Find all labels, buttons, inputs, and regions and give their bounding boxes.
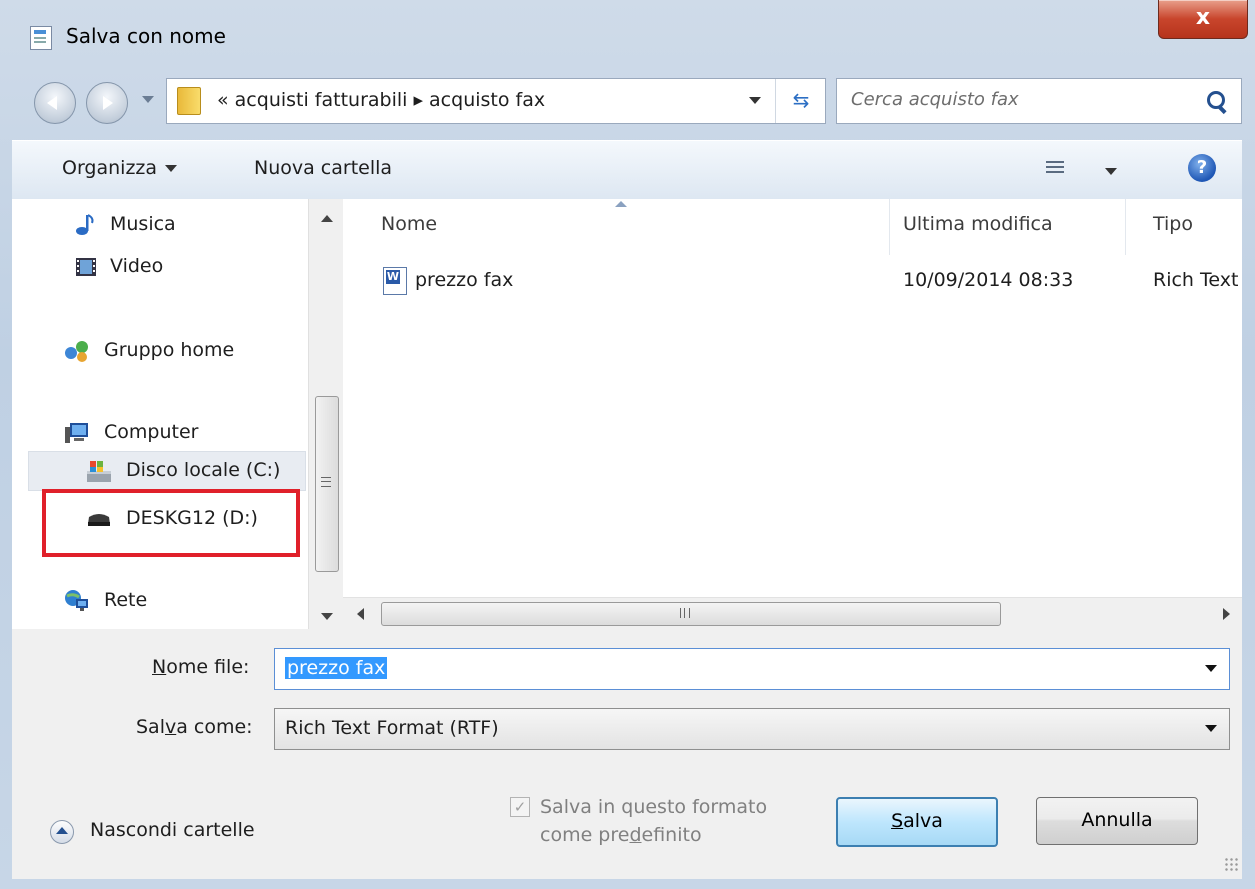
nav-item-label: Video — [110, 255, 164, 277]
network-icon — [64, 589, 88, 613]
navigation-pane: Musica Video Gruppo home Computer Disco … — [12, 199, 306, 629]
forward-button[interactable] — [86, 82, 128, 124]
nav-item-label: Rete — [104, 589, 148, 611]
scroll-down-icon[interactable] — [321, 613, 333, 620]
address-dropdown-icon[interactable] — [749, 97, 761, 104]
scroll-up-icon[interactable] — [321, 215, 333, 222]
file-list-pane: Nome Ultima modifica Tipo prezzo fax 10/… — [343, 199, 1242, 630]
savetype-label: Salva come: — [136, 716, 253, 738]
title-bar: Salva con nome x — [0, 0, 1255, 80]
filename-label: Nome file: — [152, 656, 250, 678]
column-header-name[interactable]: Nome — [381, 213, 437, 235]
savetype-select[interactable]: Rich Text Format (RTF) — [274, 708, 1230, 750]
organize-button[interactable]: Organizza — [62, 157, 178, 179]
content-area: Musica Video Gruppo home Computer Disco … — [12, 199, 1242, 630]
view-dropdown-icon[interactable] — [1105, 168, 1117, 175]
nav-item-label: Disco locale (C:) — [126, 459, 281, 481]
collapse-icon — [50, 820, 74, 844]
highlight-annotation-box — [42, 489, 300, 557]
default-format-label: Salva in questo formato come predefinito — [540, 796, 768, 846]
nav-pane-scrollbar[interactable] — [308, 199, 343, 629]
organize-label: Organizza — [62, 157, 158, 179]
filename-field[interactable]: prezzo fax — [274, 648, 1230, 690]
recent-pages-chevron-icon[interactable] — [142, 96, 154, 103]
help-icon[interactable]: ? — [1188, 154, 1216, 182]
file-type: Rich Text — [1153, 269, 1239, 291]
savetype-value: Rich Text Format (RTF) — [285, 717, 499, 739]
refresh-button[interactable]: ⇆ — [775, 79, 826, 123]
computer-icon — [64, 421, 88, 445]
nav-item-label: Computer — [104, 421, 199, 443]
search-icon[interactable] — [1207, 91, 1225, 109]
homegroup-icon — [64, 339, 88, 363]
window-title: Salva con nome — [66, 24, 226, 48]
filename-value[interactable]: prezzo fax — [285, 657, 388, 679]
hide-folders-label: Nascondi cartelle — [90, 819, 255, 841]
nav-item-label: Musica — [110, 213, 176, 235]
scroll-thumb[interactable] — [315, 396, 339, 572]
view-options-icon[interactable] — [1046, 161, 1064, 177]
hscroll-thumb[interactable] — [381, 602, 1001, 626]
column-header-type[interactable]: Tipo — [1153, 213, 1193, 235]
scroll-left-icon[interactable] — [357, 608, 364, 620]
file-row[interactable]: prezzo fax 10/09/2014 08:33 Rich Text — [343, 267, 1242, 301]
grip-icon — [321, 477, 331, 487]
grip-icon — [680, 608, 690, 618]
search-box[interactable]: Cerca acquisto fax — [836, 78, 1242, 124]
app-icon — [30, 26, 52, 50]
dialog-window: Salva con nome x « acquisti fatturabili … — [0, 0, 1255, 889]
search-input[interactable]: Cerca acquisto fax — [851, 89, 1019, 110]
column-divider[interactable] — [889, 199, 890, 255]
folder-icon — [177, 87, 201, 115]
cancel-button[interactable]: Annulla — [1036, 797, 1198, 845]
command-toolbar: Organizza Nuova cartella ? — [12, 140, 1242, 200]
scroll-right-icon[interactable] — [1223, 608, 1230, 620]
column-divider[interactable] — [1125, 199, 1126, 255]
local-disk-icon — [86, 459, 111, 483]
default-format-checkbox[interactable]: ✓ — [510, 797, 530, 817]
chevron-down-icon[interactable] — [1205, 725, 1217, 732]
music-icon — [74, 213, 98, 237]
close-button[interactable]: x — [1158, 0, 1248, 39]
resize-grip-icon[interactable] — [1224, 857, 1238, 871]
video-icon — [74, 255, 98, 279]
sort-ascending-icon — [615, 201, 627, 207]
address-path[interactable]: « acquisti fatturabili ▸ acquisto fax — [217, 89, 545, 111]
save-button[interactable]: Salva — [836, 797, 998, 847]
back-button[interactable] — [34, 82, 76, 124]
chevron-down-icon[interactable] — [1205, 665, 1217, 672]
new-folder-button[interactable]: Nuova cartella — [254, 157, 392, 179]
file-list-hscrollbar[interactable] — [343, 597, 1242, 630]
address-bar[interactable]: « acquisti fatturabili ▸ acquisto fax ⇆ — [166, 78, 826, 124]
nav-item-label: Gruppo home — [104, 339, 235, 361]
save-options-panel: Nome file: prezzo fax Salva come: Rich T… — [12, 629, 1242, 879]
file-name: prezzo fax — [415, 269, 514, 291]
rtf-document-icon — [383, 267, 407, 295]
file-modified: 10/09/2014 08:33 — [903, 269, 1074, 291]
chevron-down-icon — [165, 165, 178, 172]
column-header-modified[interactable]: Ultima modifica — [903, 213, 1053, 235]
